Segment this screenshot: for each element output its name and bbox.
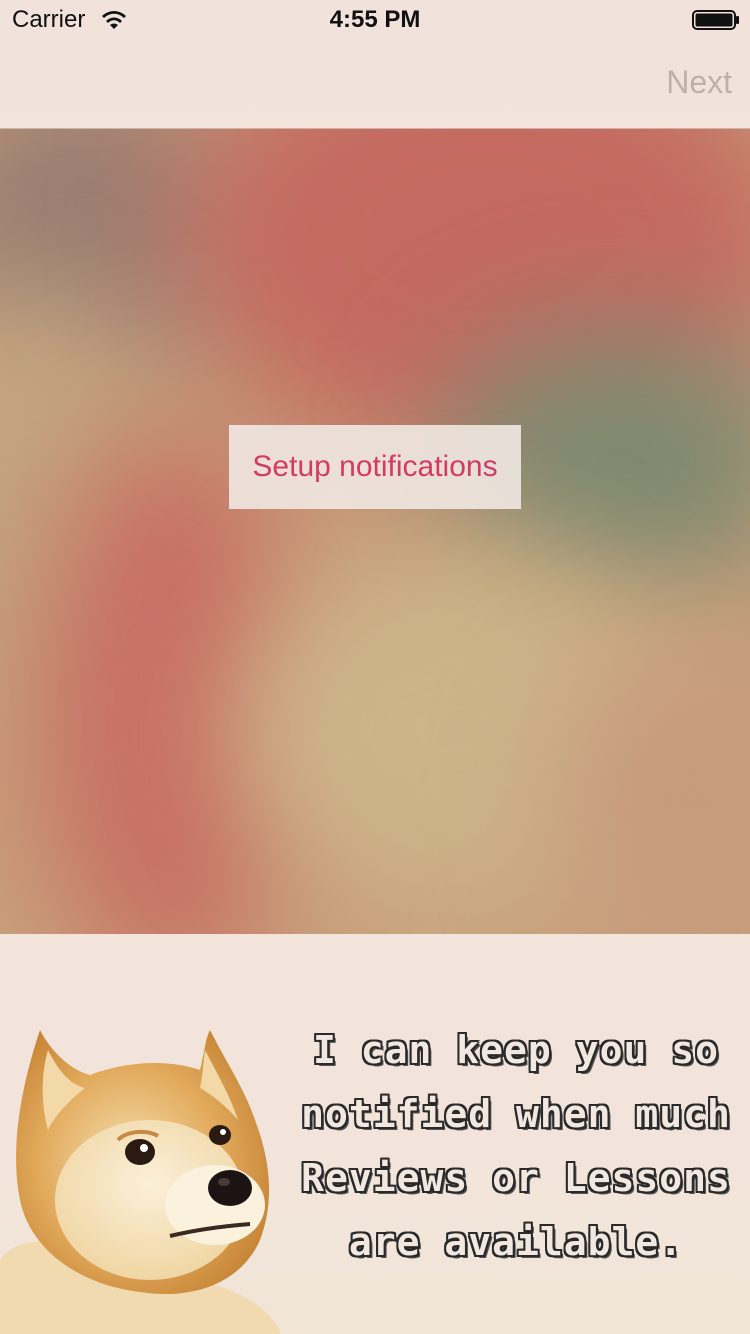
doge-illustration — [0, 1030, 280, 1334]
caption-line: notified when much — [301, 1092, 731, 1136]
caption-line: I can keep you so — [313, 1028, 719, 1072]
navigation-bar: Next — [0, 40, 750, 129]
caption-line: are available. — [348, 1220, 684, 1264]
status-time: 4:55 PM — [329, 6, 421, 33]
notification-caption: I can keep you so notified when much Rev… — [296, 1018, 736, 1274]
setup-notifications-button[interactable]: Setup notifications — [229, 425, 521, 509]
caption-line: Reviews or Lessons — [301, 1156, 731, 1200]
blurred-background-image: Setup notifications — [0, 129, 750, 934]
status-bar: Carrier 4:55 PM — [0, 0, 750, 40]
info-section: I can keep you so notified when much Rev… — [0, 934, 750, 1334]
battery-icon — [692, 10, 739, 30]
next-button[interactable]: Next — [666, 64, 732, 101]
